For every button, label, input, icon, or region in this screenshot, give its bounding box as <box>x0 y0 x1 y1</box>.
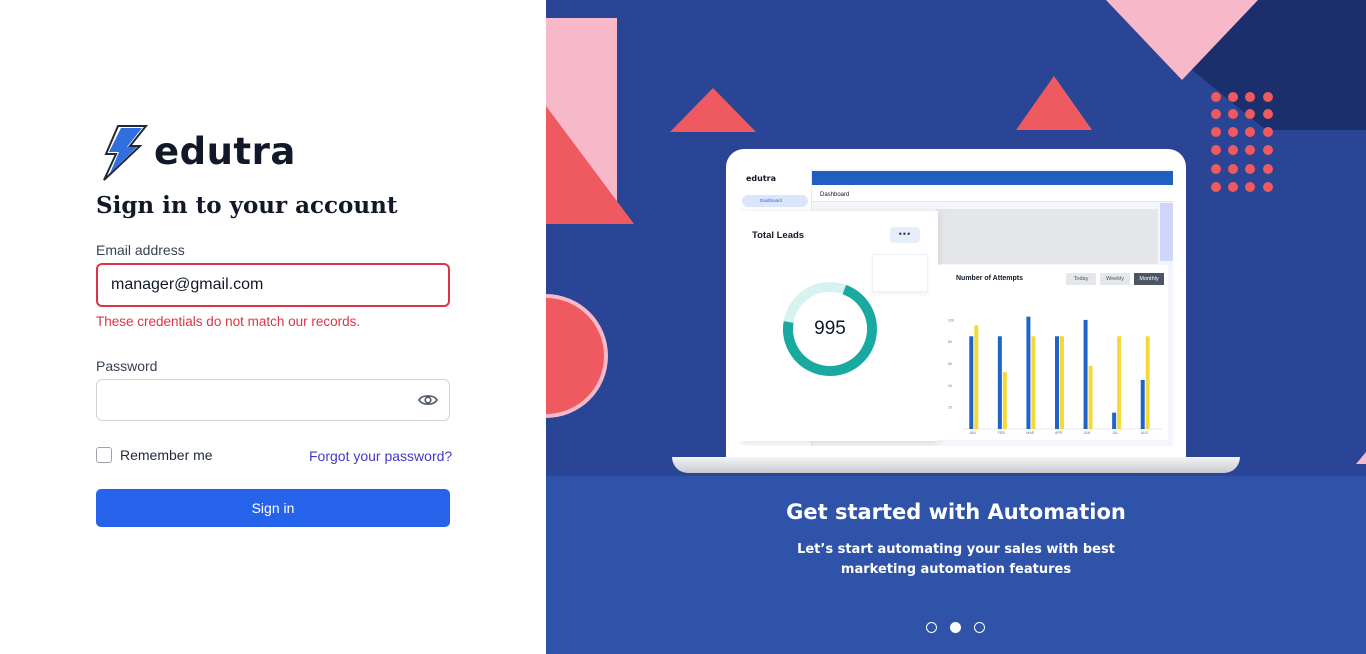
attempts-chart: 100 80 60 40 20 JAN FEB MAR APR JUN JUL AUG <box>948 316 1162 435</box>
eye-icon[interactable] <box>417 390 439 410</box>
signin-panel: edutra Sign in to your account Email add… <box>0 0 546 654</box>
bar-yellow <box>1002 372 1007 429</box>
carousel-dots <box>926 622 985 633</box>
password-field[interactable] <box>96 379 450 421</box>
bar-yellow <box>1145 336 1150 429</box>
bar-yellow <box>1031 336 1036 429</box>
bar-yellow <box>1117 336 1122 429</box>
laptop-base <box>672 457 1240 473</box>
y-tick-label: 80 <box>948 340 952 344</box>
email-error-message: These credentials do not match our recor… <box>96 314 361 329</box>
page-title: Sign in to your account <box>96 192 398 219</box>
month-label: APR <box>1055 431 1063 435</box>
bar-blue <box>1083 319 1088 429</box>
y-tick-label: 60 <box>948 362 952 366</box>
forgot-password-link[interactable]: Forgot your password? <box>309 448 452 464</box>
bar-blue <box>1055 336 1059 429</box>
carousel-dot-2[interactable] <box>950 622 961 633</box>
sign-in-button[interactable]: Sign in <box>96 489 450 527</box>
y-tick-label: 40 <box>948 384 952 388</box>
hero-subtitle-line1: Let’s start automating your sales with b… <box>797 542 1115 557</box>
bar-blue <box>1112 412 1117 429</box>
brand-logo: edutra <box>100 124 296 182</box>
hero-panel: edutra Dashboard Dashboard Total Leads •… <box>546 0 1366 654</box>
bar-blue <box>969 336 974 429</box>
mockup-placeholder <box>936 209 1158 264</box>
bar-blue <box>1140 379 1145 429</box>
hero-subtitle: Let’s start automating your sales with b… <box>546 540 1366 580</box>
month-label: FEB <box>998 431 1005 435</box>
bar-blue <box>997 336 1002 429</box>
laptop-screen: edutra Dashboard Dashboard Total Leads •… <box>740 169 1173 446</box>
carousel-dot-1[interactable] <box>926 622 937 633</box>
leads-gauge: 995 <box>780 279 880 379</box>
email-field[interactable] <box>96 263 450 307</box>
month-label: JAN <box>969 431 976 435</box>
attempts-card: Number of Attempts Today Weekly Monthly … <box>938 265 1168 440</box>
more-icon: ••• <box>890 227 920 243</box>
y-tick-label: 100 <box>948 318 954 322</box>
carousel-dot-3[interactable] <box>974 622 985 633</box>
bar-yellow <box>1088 365 1093 429</box>
month-label: JUL <box>1112 431 1118 435</box>
mockup-sidebar-item: Dashboard <box>742 195 808 207</box>
y-tick-label: 20 <box>948 406 952 410</box>
mockup-topbar <box>812 171 1173 185</box>
mockup-dropdown <box>872 254 928 292</box>
month-label: MAR <box>1026 431 1034 435</box>
password-label: Password <box>96 358 158 374</box>
brand-name: edutra <box>154 129 296 173</box>
leads-value: 995 <box>814 318 846 339</box>
mockup-accent <box>1160 203 1173 261</box>
month-label: AUG <box>1141 431 1149 435</box>
bar-blue <box>1026 316 1031 429</box>
mockup-page-title: Dashboard <box>820 192 850 198</box>
month-label: JUN <box>1084 431 1091 435</box>
total-leads-card: Total Leads ••• 995 <box>740 211 938 441</box>
mockup-logo: edutra <box>746 174 777 183</box>
laptop-mockup: edutra Dashboard Dashboard Total Leads •… <box>726 149 1186 465</box>
remember-me-checkbox[interactable] <box>96 447 112 463</box>
hero-title: Get started with Automation <box>786 500 1126 524</box>
bar-yellow <box>974 325 979 429</box>
bar-yellow <box>1060 336 1064 429</box>
total-leads-title: Total Leads <box>752 230 805 241</box>
hero-subtitle-line2: marketing automation features <box>840 562 1072 577</box>
remember-me: Remember me <box>96 447 213 463</box>
lightning-bolt-icon <box>103 125 149 181</box>
email-label: Email address <box>96 242 185 258</box>
mockup-subbar <box>812 185 1173 202</box>
remember-me-label[interactable]: Remember me <box>120 447 213 463</box>
